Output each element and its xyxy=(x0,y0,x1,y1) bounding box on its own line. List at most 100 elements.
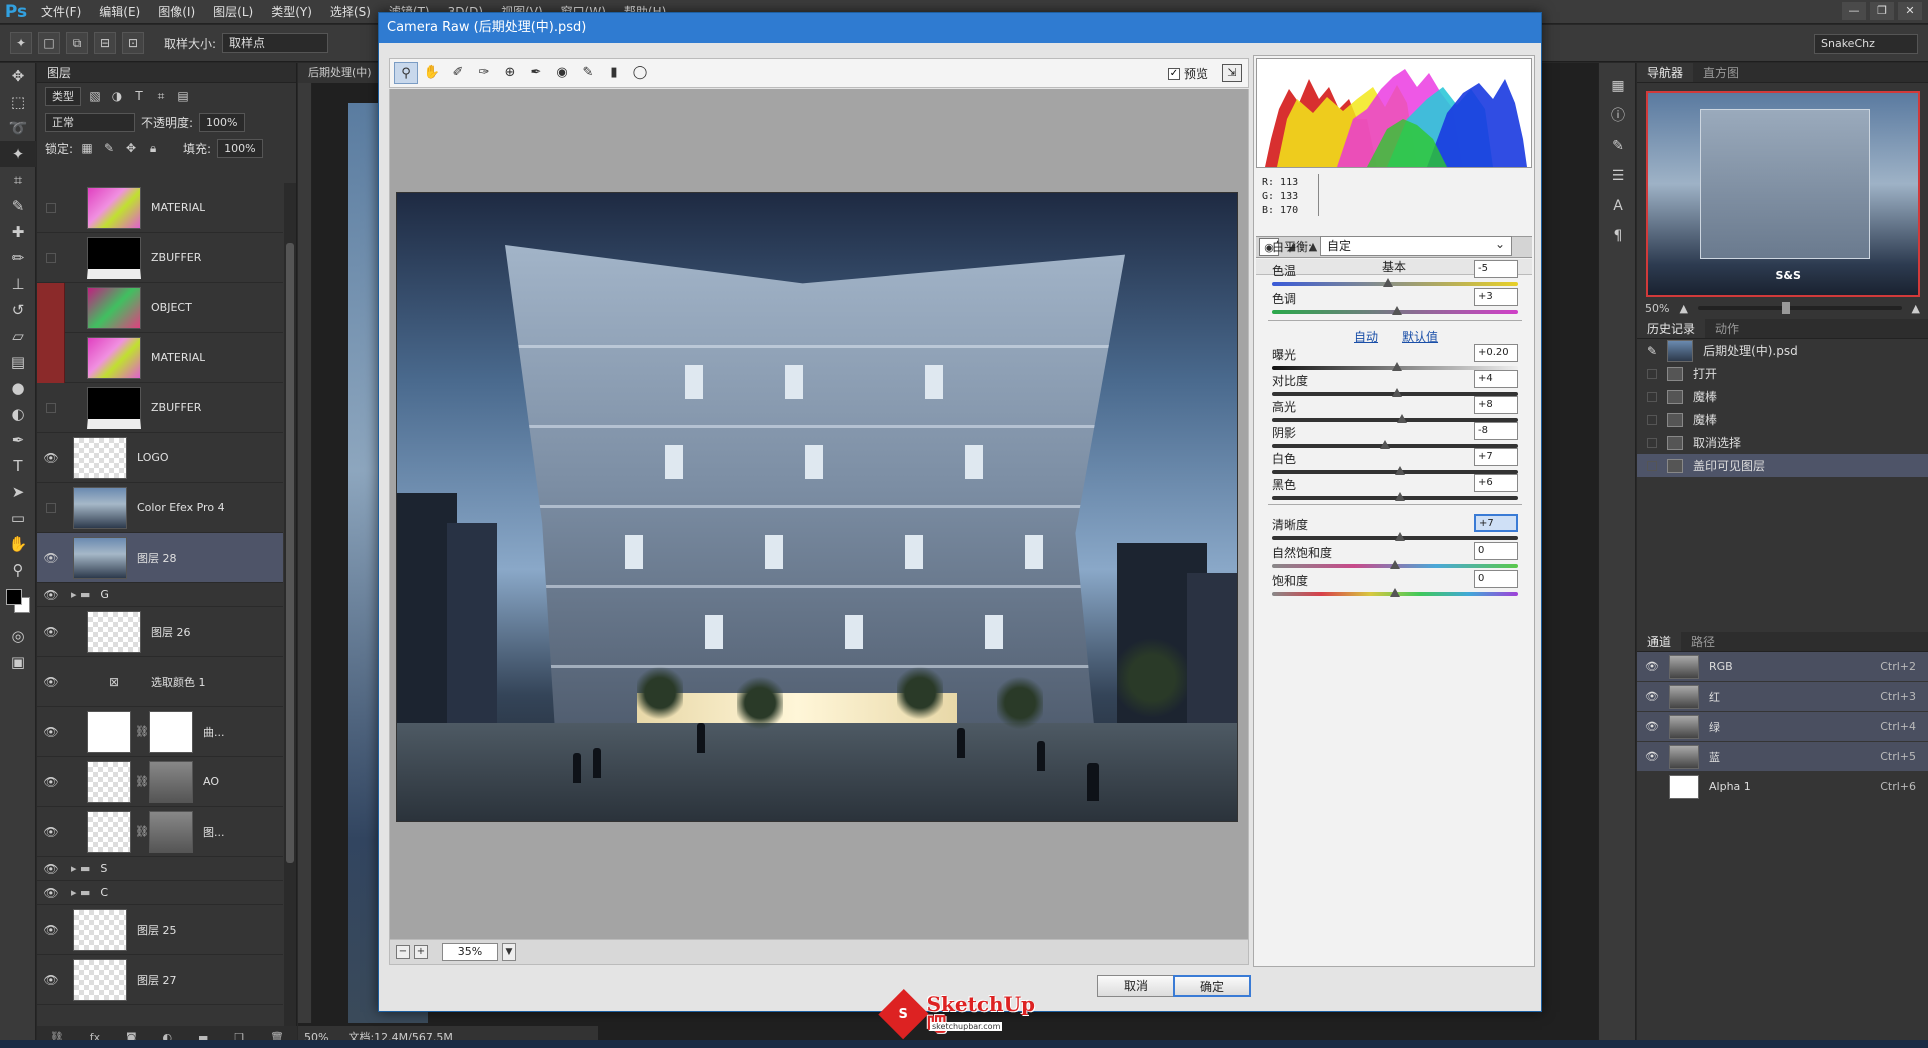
visibility-toggle[interactable] xyxy=(46,502,56,513)
zoom-dropdown-icon[interactable]: ▼ xyxy=(502,943,516,961)
layer-row[interactable]: 👁︎ ⛓ AO xyxy=(37,757,283,807)
layer-row[interactable]: 👁︎ ▸ ▬ G xyxy=(37,583,283,607)
eye-icon[interactable]: 👁︎ xyxy=(37,725,65,739)
intersect-selection-icon[interactable]: ⊡ xyxy=(122,32,144,54)
layer-row[interactable]: MATERIAL xyxy=(37,183,283,233)
marquee-tool-icon[interactable]: ⬚ xyxy=(0,89,36,115)
fullscreen-icon[interactable]: ⇲ xyxy=(1222,64,1242,82)
new-selection-icon[interactable]: □ xyxy=(38,32,60,54)
ok-button[interactable]: 确定 xyxy=(1173,975,1251,997)
navigator-zoom-slider[interactable] xyxy=(1697,302,1902,314)
slider-track[interactable] xyxy=(1272,282,1518,286)
zoom-tool-icon[interactable]: ⚲ xyxy=(0,557,36,583)
menu-item[interactable]: 文件(F) xyxy=(32,0,90,24)
slider-value-input[interactable]: +7 xyxy=(1474,514,1518,532)
layer-thumbnail[interactable] xyxy=(73,958,127,1001)
add-selection-icon[interactable]: ⧉ xyxy=(66,32,88,54)
foreground-color-swatch[interactable] xyxy=(6,589,22,605)
restore-button[interactable]: ❐ xyxy=(1870,2,1894,20)
lock-position-icon[interactable]: ✥ xyxy=(123,140,139,156)
eye-icon[interactable]: 👁︎ xyxy=(37,551,65,565)
menu-item[interactable]: 类型(Y) xyxy=(262,0,321,24)
layer-row[interactable]: 👁︎ 图层 28 xyxy=(37,533,283,583)
character-panel-icon[interactable]: A xyxy=(1599,191,1637,221)
default-link[interactable]: 默认值 xyxy=(1402,328,1438,345)
channel-row[interactable]: Alpha 1 Ctrl+6 xyxy=(1637,772,1928,802)
move-tool-icon[interactable]: ✥ xyxy=(0,63,36,89)
layer-thumbnail[interactable] xyxy=(73,486,127,529)
tab-history[interactable]: 历史记录 xyxy=(1637,319,1706,338)
blend-mode-select[interactable]: 正常 xyxy=(45,112,135,132)
history-source-box[interactable] xyxy=(1647,460,1657,471)
menu-item[interactable]: 编辑(E) xyxy=(90,0,149,24)
fill-input[interactable]: 100% xyxy=(217,138,263,158)
eye-icon[interactable]: 👁︎ xyxy=(37,862,65,876)
zoom-out-button[interactable]: − xyxy=(396,945,410,959)
color-swatches[interactable] xyxy=(0,583,36,623)
history-source-box[interactable] xyxy=(1647,391,1657,402)
document-tab[interactable]: 后期处理(中) xyxy=(298,63,378,83)
healing-tool-icon[interactable]: ✚ xyxy=(0,219,36,245)
radial-filter-icon[interactable]: ◯ xyxy=(628,62,652,84)
eye-icon[interactable]: 👁︎ xyxy=(37,451,65,465)
history-item[interactable]: 魔棒 xyxy=(1637,385,1928,408)
slider-thumb[interactable] xyxy=(1394,466,1405,475)
brush-panel-icon[interactable]: ✎ xyxy=(1599,131,1637,161)
stamp-tool-icon[interactable]: ⊥ xyxy=(0,271,36,297)
layer-row[interactable]: 👁︎ ⊠ 选取颜色 1 xyxy=(37,657,283,707)
slider-value-input[interactable]: +0.20 xyxy=(1474,344,1518,362)
layer-row[interactable]: 👁︎ ⛓ 图... xyxy=(37,807,283,857)
slider-thumb[interactable] xyxy=(1397,414,1408,423)
preview-toggle[interactable]: ✓ 预览 xyxy=(1167,65,1208,82)
dodge-tool-icon[interactable]: ◐ xyxy=(0,401,36,427)
history-item[interactable]: 魔棒 xyxy=(1637,408,1928,431)
slider-value-input[interactable]: +3 xyxy=(1474,288,1518,306)
history-item[interactable]: 盖印可见图层 xyxy=(1637,454,1928,477)
lock-pixels-icon[interactable]: ✎ xyxy=(101,140,117,156)
slider-value-input[interactable]: -8 xyxy=(1474,422,1518,440)
tab-navigator[interactable]: 导航器 xyxy=(1637,63,1694,82)
white-balance-tool-icon[interactable]: ✐ xyxy=(446,62,470,84)
slider-value-input[interactable]: +8 xyxy=(1474,396,1518,414)
type-tool-icon[interactable]: T xyxy=(0,453,36,479)
navigator-zoom[interactable]: 50% xyxy=(1645,302,1669,315)
layer-thumbnail[interactable] xyxy=(87,810,131,853)
eye-icon[interactable]: 👁︎ xyxy=(37,625,65,639)
cancel-button[interactable]: 取消 xyxy=(1097,975,1175,997)
screen-mode-icon[interactable]: ▣ xyxy=(0,649,36,675)
pen-tool-icon[interactable]: ✒ xyxy=(0,427,36,453)
channel-row[interactable]: 👁︎ 绿 Ctrl+4 xyxy=(1637,712,1928,742)
graduated-filter-icon[interactable]: ▮ xyxy=(602,62,626,84)
zoom-level-select[interactable]: 35% xyxy=(442,943,498,961)
slider-value-input[interactable]: -5 xyxy=(1474,260,1518,278)
slider-thumb[interactable] xyxy=(1382,278,1393,287)
crop-tool-icon[interactable]: ⌗ xyxy=(0,167,36,193)
folder-icon[interactable]: ▸ ▬ xyxy=(71,862,90,875)
swatches-panel-icon[interactable]: ▦ xyxy=(1599,71,1637,101)
close-button[interactable]: ✕ xyxy=(1898,2,1922,20)
layers-scrollbar[interactable] xyxy=(284,183,296,1043)
color-sampler-icon[interactable]: ✑ xyxy=(472,62,496,84)
slider-thumb[interactable] xyxy=(1394,532,1405,541)
slider-thumb[interactable] xyxy=(1392,362,1403,371)
type-filter-icon[interactable]: T xyxy=(131,88,147,104)
layer-thumbnail[interactable] xyxy=(87,336,141,379)
layer-row[interactable]: 👁︎ 图层 25 xyxy=(37,905,283,955)
spot-removal-icon[interactable]: ✒ xyxy=(524,62,548,84)
sample-size-select[interactable]: 取样点 xyxy=(222,33,329,53)
folder-icon[interactable]: ▸ ▬ xyxy=(71,588,90,601)
preview-checkbox[interactable]: ✓ xyxy=(1167,67,1180,80)
visibility-toggle[interactable] xyxy=(37,332,65,383)
eye-icon[interactable]: 👁︎ xyxy=(1645,660,1659,673)
magic-wand-tool-icon[interactable]: ✦ xyxy=(0,141,36,167)
adjustments-panel-icon[interactable]: ☰ xyxy=(1599,161,1637,191)
shape-filter-icon[interactable]: ⌗ xyxy=(153,88,169,104)
layer-row[interactable]: MATERIAL xyxy=(37,332,283,383)
eye-icon[interactable]: 👁︎ xyxy=(37,588,65,602)
visibility-toggle[interactable] xyxy=(46,402,56,413)
eyedropper-tool-icon[interactable]: ✎ xyxy=(0,193,36,219)
mask-link-icon[interactable]: ⛓ xyxy=(135,775,149,788)
layer-thumbnail[interactable] xyxy=(87,610,141,653)
layers-tab[interactable]: 图层 xyxy=(37,63,296,83)
slider-value-input[interactable]: +4 xyxy=(1474,370,1518,388)
